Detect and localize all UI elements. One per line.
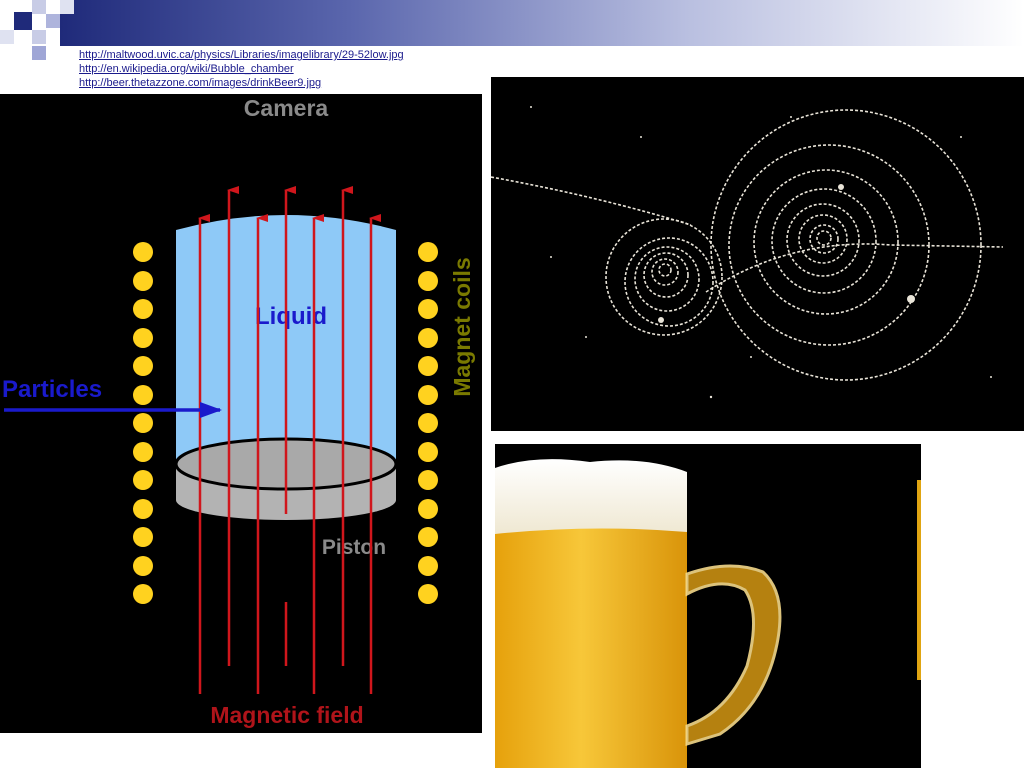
header-gradient-bar xyxy=(60,0,1024,46)
speck xyxy=(658,317,664,323)
coil-dot xyxy=(133,328,153,348)
beer-mug-photo xyxy=(495,444,921,768)
speck xyxy=(750,356,752,358)
speck xyxy=(550,256,552,258)
track-line xyxy=(491,176,692,226)
beer-foam xyxy=(495,459,687,534)
beer-body xyxy=(495,522,687,768)
particles-label: Particles xyxy=(2,376,102,403)
speck xyxy=(709,395,713,399)
bubble-chamber-diagram: Camera Liquid Piston Magnet coils Partic… xyxy=(0,94,482,733)
track-spiral xyxy=(605,218,723,336)
diagram-svg: Camera Liquid Piston Magnet coils Partic… xyxy=(2,95,475,728)
track-spiral xyxy=(651,258,679,286)
track-line xyxy=(705,243,1004,293)
coil-dot xyxy=(418,271,438,291)
track-spiral xyxy=(624,237,714,327)
bubble-tracks-photo xyxy=(491,77,1024,431)
source-link-maltwood[interactable]: http://maltwood.uvic.ca/physics/Librarie… xyxy=(79,48,404,62)
coil-dot xyxy=(133,299,153,319)
speck xyxy=(790,116,792,118)
coil-dot xyxy=(133,271,153,291)
speck xyxy=(838,184,844,190)
magnet-coils-label: Magnet coils xyxy=(449,257,475,396)
camera-label: Camera xyxy=(244,95,329,121)
coil-dot xyxy=(418,299,438,319)
speck xyxy=(530,106,532,108)
beer-svg xyxy=(495,459,921,768)
mug-handle xyxy=(685,564,782,747)
corner-square xyxy=(0,30,14,44)
speck xyxy=(990,376,992,378)
speck xyxy=(960,136,962,138)
coil-dot xyxy=(418,442,438,462)
track-spiral xyxy=(634,246,700,312)
coil-dot xyxy=(418,527,438,547)
source-link-beer[interactable]: http://beer.thetazzone.com/images/drinkB… xyxy=(79,76,404,90)
coil-dot xyxy=(418,499,438,519)
corner-square xyxy=(14,12,32,30)
coil-dot xyxy=(418,385,438,405)
coil-dot xyxy=(133,584,153,604)
magnetic-field-label: Magnetic field xyxy=(210,702,363,728)
piston-label: Piston xyxy=(322,536,386,559)
tracks-svg xyxy=(491,106,1004,399)
source-link-wikipedia[interactable]: http://en.wikipedia.org/wiki/Bubble_cham… xyxy=(79,62,404,76)
coil-dot xyxy=(418,328,438,348)
coil-dot xyxy=(133,413,153,433)
coil-dot xyxy=(418,242,438,262)
coil-dot xyxy=(133,556,153,576)
corner-square xyxy=(32,30,46,44)
coil-dot xyxy=(418,584,438,604)
coil-dot xyxy=(418,556,438,576)
source-links: http://maltwood.uvic.ca/physics/Librarie… xyxy=(79,48,404,90)
coil-dot xyxy=(133,385,153,405)
track-spiral xyxy=(798,214,848,264)
coil-dot xyxy=(133,470,153,490)
beer-edge xyxy=(917,480,921,680)
corner-square xyxy=(32,46,46,60)
track-spiral xyxy=(658,263,672,277)
speck xyxy=(585,336,587,338)
speck xyxy=(907,295,915,303)
track-spiral xyxy=(809,224,839,254)
corner-square xyxy=(46,14,60,28)
speck xyxy=(640,136,642,138)
coil-dot xyxy=(418,356,438,376)
coil-dot xyxy=(133,442,153,462)
coil-dot xyxy=(133,499,153,519)
coil-dot xyxy=(133,242,153,262)
coil-dot xyxy=(133,356,153,376)
particle-tracks xyxy=(491,109,1004,381)
bubble-specks xyxy=(530,106,992,399)
coil-dot xyxy=(418,470,438,490)
corner-square xyxy=(60,0,74,14)
corner-square xyxy=(32,0,46,14)
coil-dot xyxy=(418,413,438,433)
coil-dot xyxy=(133,527,153,547)
liquid-label: Liquid xyxy=(255,303,327,330)
track-spiral xyxy=(816,230,832,246)
